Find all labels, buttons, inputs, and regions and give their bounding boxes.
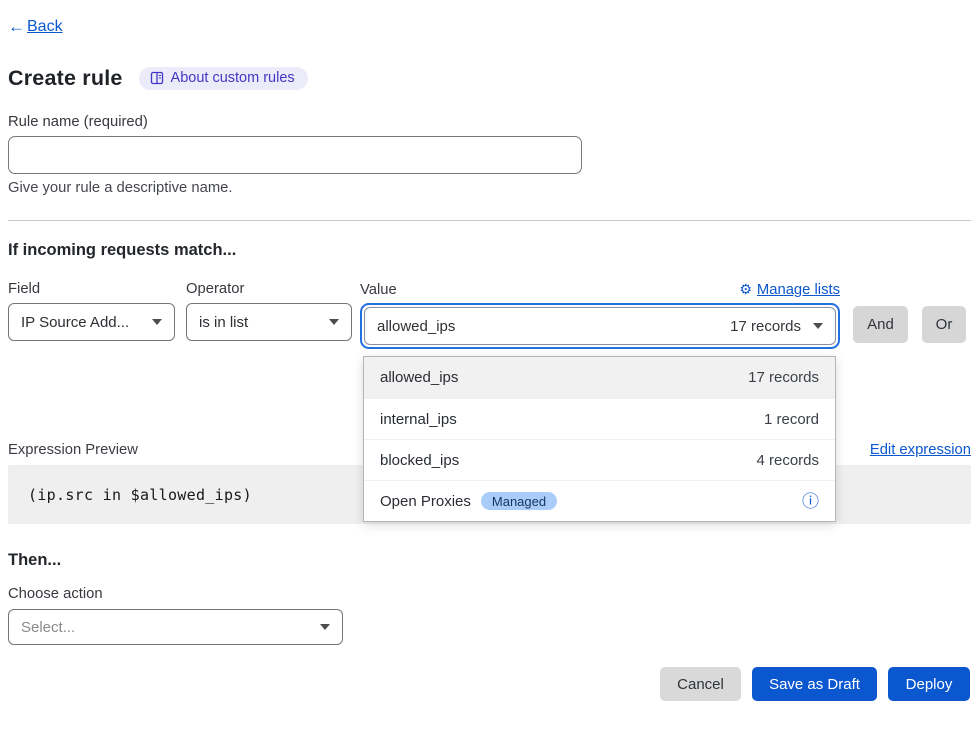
- list-option-open-proxies[interactable]: Open Proxies Managed ⓘ: [364, 480, 835, 521]
- list-option-name: internal_ips: [380, 411, 457, 428]
- back-link-label: Back: [27, 18, 63, 36]
- chevron-down-icon: [152, 319, 162, 325]
- list-option-blocked-ips[interactable]: blocked_ips 4 records: [364, 439, 835, 480]
- field-select-value: IP Source Add...: [21, 314, 129, 331]
- value-select[interactable]: allowed_ips 17 records: [364, 307, 836, 345]
- operator-label: Operator: [186, 281, 360, 298]
- field-label: Field: [8, 281, 186, 298]
- list-option-name: blocked_ips: [380, 452, 459, 469]
- value-label: Value: [360, 282, 397, 298]
- match-section-heading: If incoming requests match...: [8, 241, 971, 260]
- managed-badge: Managed: [481, 492, 557, 510]
- action-select-placeholder: Select...: [21, 619, 75, 636]
- then-section-heading: Then...: [8, 551, 971, 570]
- expression-preview-label: Expression Preview: [8, 442, 138, 458]
- value-select-value: allowed_ips: [377, 318, 455, 335]
- list-option-record-count: 4 records: [756, 452, 819, 469]
- list-option-name: Open Proxies: [380, 493, 471, 510]
- list-option-allowed-ips[interactable]: allowed_ips 17 records: [364, 357, 835, 398]
- book-icon: [150, 71, 164, 85]
- match-controls-row: IP Source Add... is in list allowed_ips …: [8, 303, 971, 349]
- operator-select-value: is in list: [199, 314, 248, 331]
- title-row: Create rule About custom rules: [8, 66, 971, 91]
- choose-action-label: Choose action: [8, 586, 971, 602]
- field-select[interactable]: IP Source Add...: [8, 303, 175, 341]
- list-option-record-count: 17 records: [748, 369, 819, 386]
- cancel-button[interactable]: Cancel: [660, 667, 741, 701]
- expression-code: (ip.src in $allowed_ips): [28, 486, 252, 504]
- manage-lists-label: Manage lists: [757, 282, 840, 298]
- action-select[interactable]: Select...: [8, 609, 343, 645]
- rule-name-label: Rule name (required): [8, 114, 971, 130]
- deploy-button[interactable]: Deploy: [888, 667, 970, 701]
- rule-name-input[interactable]: [8, 136, 582, 174]
- list-option-record-count: 1 record: [764, 411, 819, 428]
- chevron-down-icon: [813, 323, 823, 329]
- match-labels-row: Field Operator Value ⚙ Manage lists: [8, 281, 971, 298]
- value-select-record-count: 17 records: [730, 318, 801, 335]
- back-link[interactable]: ←Back: [8, 17, 63, 37]
- back-arrow-icon: ←: [8, 17, 25, 37]
- operator-select[interactable]: is in list: [186, 303, 352, 341]
- back-row: ←Back: [8, 17, 971, 37]
- chevron-down-icon: [329, 319, 339, 325]
- gear-icon: ⚙: [739, 281, 752, 298]
- chevron-down-icon: [320, 624, 330, 630]
- list-option-name: allowed_ips: [380, 369, 458, 386]
- create-rule-page: ←Back Create rule About custom rules Rul…: [0, 0, 979, 739]
- value-select-focus-ring: allowed_ips 17 records: [360, 303, 840, 349]
- and-button[interactable]: And: [853, 306, 908, 343]
- manage-lists-link[interactable]: ⚙ Manage lists: [739, 281, 840, 298]
- save-as-draft-button[interactable]: Save as Draft: [752, 667, 877, 701]
- page-title: Create rule: [8, 66, 123, 91]
- list-option-internal-ips[interactable]: internal_ips 1 record: [364, 398, 835, 439]
- edit-expression-link[interactable]: Edit expression: [870, 442, 971, 458]
- about-custom-rules-label: About custom rules: [171, 70, 295, 86]
- about-custom-rules-link[interactable]: About custom rules: [139, 67, 308, 90]
- info-icon[interactable]: ⓘ: [802, 493, 819, 510]
- rule-name-helper: Give your rule a descriptive name.: [8, 180, 971, 196]
- footer-actions: Cancel Save as Draft Deploy: [8, 667, 971, 701]
- value-dropdown-panel: allowed_ips 17 records internal_ips 1 re…: [363, 356, 836, 522]
- or-button[interactable]: Or: [922, 306, 966, 343]
- section-divider: [8, 220, 971, 221]
